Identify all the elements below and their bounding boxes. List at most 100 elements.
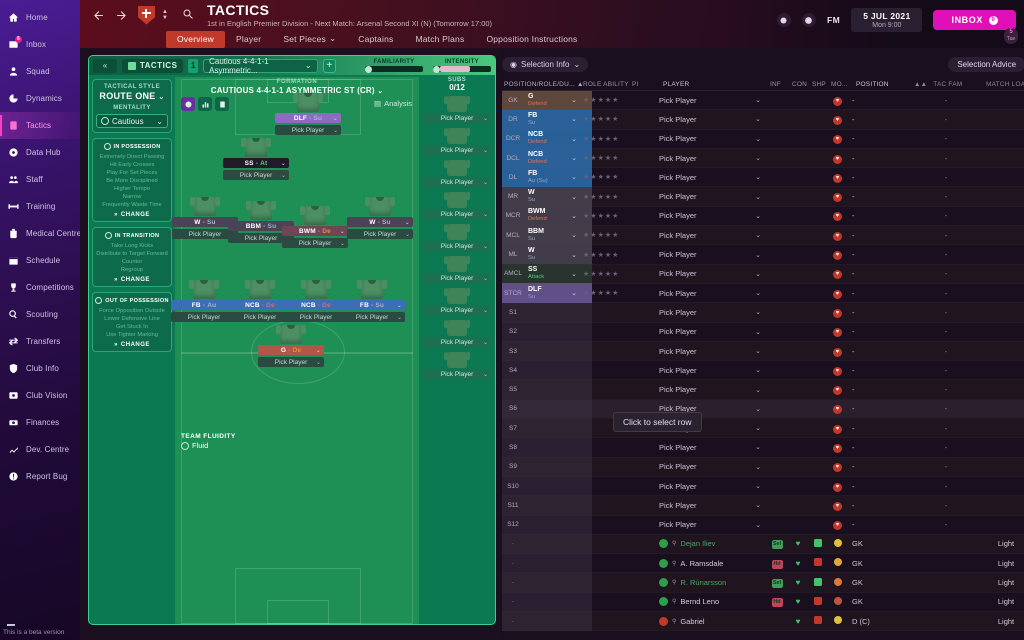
cell-player[interactable]: Pick Player⌄ [654,520,766,529]
player-pick-bar[interactable]: Pick Player⌄ [347,229,413,239]
sidebar-item-home[interactable]: Home [0,4,80,31]
cell-player[interactable]: Pick Player⌄ [654,115,766,124]
table-row[interactable]: DRFBSu⌄★★★★★Pick Player⌄♥----- [502,110,1024,129]
col-position-role[interactable]: POSITION/ROLE/DU...▲ [502,81,580,88]
cell-player[interactable]: Pick Player⌄ [654,211,766,220]
help-icon[interactable] [802,13,816,27]
sidebar-item-club-vision[interactable]: Club Vision [0,382,80,409]
sidebar-item-inbox[interactable]: Inbox6 [0,31,80,58]
phase-change-button[interactable]: »CHANGE [95,212,169,218]
chevron-down-icon[interactable]: ⌄ [568,251,580,259]
cell-player[interactable]: Pick Player⌄ [654,308,766,317]
table-row[interactable]: DLFBAu (Su)⌄★★★★★Pick Player⌄♥----- [502,168,1024,187]
table-row[interactable]: S1Pick Player⌄♥----- [502,303,1024,322]
sidebar-item-dev-centre[interactable]: Dev. Centre [0,436,80,463]
sidebar-item-data-hub[interactable]: Data Hub [0,139,80,166]
col-con[interactable]: CON [792,81,812,88]
pitch-list-icon[interactable] [215,97,229,111]
cell-player[interactable]: Pick Player⌄ [654,385,766,394]
pitch-player-slot[interactable]: SS-At⌄ Pick Player⌄ [223,138,289,180]
cell-player[interactable]: Pick Player⌄ [654,501,766,510]
player-role-bar[interactable]: W-Su⌄ [347,217,413,227]
selection-advice-button[interactable]: Selection Advice [948,57,1024,72]
table-row[interactable]: S3Pick Player⌄♥----- [502,342,1024,361]
sub-slot[interactable]: Pick Player⌄ [419,160,495,188]
sidebar-item-club-info[interactable]: Club Info [0,355,80,382]
cell-player[interactable]: Pick Player⌄ [654,289,766,298]
date-box[interactable]: 5 JUL 2021 Mon 9:00 [851,8,922,32]
player-role-bar[interactable]: FB-Su⌄ [339,300,405,310]
sub-pick-bar[interactable]: Pick Player⌄ [423,113,491,124]
collapse-button[interactable]: « [93,59,117,73]
tab-captains[interactable]: Captains [347,31,404,48]
table-row[interactable]: S12Pick Player⌄♥----- [502,516,1024,535]
player-role-bar[interactable]: SS-At⌄ [223,158,289,168]
table-row[interactable]: MCLBBMSu⌄★★★★★Pick Player⌄♥----- [502,226,1024,245]
sidebar-item-transfers[interactable]: Transfers [0,328,80,355]
sidebar-item-tactics[interactable]: Tactics [0,112,80,139]
chevron-down-icon[interactable]: ⌄ [568,270,580,278]
cell-player[interactable]: ⚲Gabriel [654,617,766,626]
player-pick-bar[interactable]: Pick Player⌄ [282,238,348,248]
chevron-down-icon[interactable]: ⌄ [568,96,580,104]
pitch-player-slot[interactable]: FB-Su⌄ Pick Player⌄ [339,280,405,322]
col-match-load[interactable]: MATCH LOAD [986,81,1024,88]
cell-player[interactable]: Pick Player⌄ [654,231,766,240]
sub-pick-bar[interactable]: Pick Player⌄ [423,369,491,380]
table-row[interactable]: S7Pick Player⌄♥----- [502,419,1024,438]
notification-pill[interactable]: 5 Tue [1004,28,1018,44]
pitch-player-slot[interactable]: BWM-De⌄Pick Player⌄ [282,206,348,248]
col-mo[interactable]: MO... [831,81,852,88]
mentality-select[interactable]: Cautious ⌄ [96,114,168,128]
inbox-button[interactable]: INBOX 0 [933,10,1016,30]
pitch-stats-icon[interactable] [198,97,212,111]
table-row[interactable]: S8Pick Player⌄♥----- [502,438,1024,457]
tactical-style-card[interactable]: TACTICAL STYLE ROUTE ONE ⌄ MENTALITY Cau… [92,79,172,133]
chevron-down-icon[interactable]: ⌄ [568,173,580,181]
cell-player[interactable]: ⚲Bernd Leno [654,597,766,606]
player-pick-bar[interactable]: Pick Player⌄ [339,312,405,322]
cell-player[interactable]: Pick Player⌄ [654,482,766,491]
tactic-number[interactable]: 1 [188,59,198,73]
analysis-button[interactable]: ▤ Analysis [374,99,412,108]
social-icon[interactable] [777,13,791,27]
chevron-down-icon[interactable]: ⌄ [568,231,580,239]
col-player[interactable]: PLAYER [658,81,770,88]
sidebar-item-scouting[interactable]: Scouting [0,301,80,328]
col-tac-fam[interactable]: ▲▲ TAC FAM [914,81,986,88]
sub-pick-bar[interactable]: Pick Player⌄ [423,273,491,284]
back-arrow-icon[interactable] [90,7,107,24]
player-pick-bar[interactable]: Pick Player⌄ [258,357,324,367]
pitch[interactable]: FORMATION CAUTIOUS 4-4-1-1 ASYMMETRIC ST… [175,77,419,625]
cell-player[interactable]: Pick Player⌄ [654,462,766,471]
sidebar-item-schedule[interactable]: Schedule [0,247,80,274]
table-row[interactable]: S9Pick Player⌄♥----- [502,458,1024,477]
table-row[interactable]: ·⚲Bernd LenoHd♥GKLight--- [502,593,1024,612]
chevron-down-icon[interactable]: ⌄ [568,289,580,297]
col-pi[interactable]: PI [632,81,658,88]
cell-player[interactable]: Pick Player⌄ [654,250,766,259]
col-position[interactable]: POSITION [852,81,914,88]
player-pick-bar[interactable]: Pick Player⌄ [223,170,289,180]
player-pick-bar[interactable]: Pick Player⌄ [275,125,341,135]
table-row[interactable]: DCRNCBDefend⌄★★★★★Pick Player⌄♥----- [502,130,1024,149]
tactic-select[interactable]: Cautious 4-4-1-1 Asymmetric... ⌄ [203,59,317,73]
cell-player[interactable]: Pick Player⌄ [654,327,766,336]
sub-slot[interactable]: Pick Player⌄ [419,224,495,252]
sub-slot[interactable]: Pick Player⌄ [419,256,495,284]
sub-slot[interactable]: Pick Player⌄ [419,352,495,380]
sidebar-item-staff[interactable]: Staff [0,166,80,193]
pitch-view-icon[interactable] [181,97,195,111]
chevron-down-icon[interactable]: ⌄ [568,115,580,123]
sub-pick-bar[interactable]: Pick Player⌄ [423,241,491,252]
table-row[interactable]: STCRDLFSu⌄★★★★★Pick Player⌄♥----- [502,284,1024,303]
cell-player[interactable]: Pick Player⌄ [654,134,766,143]
col-role-ability[interactable]: ROLE ABILITY [580,81,632,88]
table-row[interactable]: S2Pick Player⌄♥----- [502,323,1024,342]
cell-player[interactable]: ⚲R. Rúnarsson [654,578,766,587]
sidebar-item-competitions[interactable]: Competitions [0,274,80,301]
col-shp[interactable]: SHP [812,81,831,88]
tab-set-pieces[interactable]: Set Pieces⌄ [272,30,347,48]
table-row[interactable]: AMCLSSAttack⌄★★★★★Pick Player⌄♥----- [502,265,1024,284]
cell-player[interactable]: Pick Player⌄ [654,192,766,201]
